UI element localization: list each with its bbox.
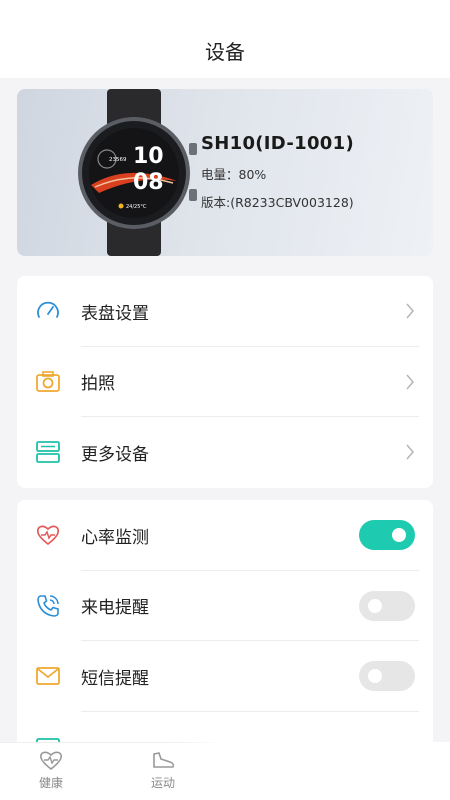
device-menu-card: 表盘设置 拍照 更多设备 [17, 276, 433, 488]
notification-settings-card: 心率监测 来电提醒 短信提醒 [17, 500, 433, 760]
menu-item-label: 更多设备 [81, 444, 149, 465]
setting-label: 短信提醒 [81, 668, 149, 689]
fade-overlay [170, 742, 450, 800]
battery-level: 电量：80% [201, 167, 267, 182]
heart-rate-icon [36, 525, 60, 546]
device-info: SH10(ID-1001) 电量：80% 版本:(R8233CBV003128) [201, 133, 354, 211]
watch-weather-text: 24/25°C [126, 204, 147, 210]
chevron-right-icon [406, 444, 414, 460]
watch-minute-text: 08 [133, 170, 164, 195]
setting-call-reminder: 来电提醒 [17, 571, 433, 641]
setting-sms-reminder: 短信提醒 [17, 641, 433, 712]
firmware-version: 版本:(R8233CBV003128) [201, 195, 354, 210]
toggle-knob [368, 669, 382, 684]
menu-item-dial-settings[interactable]: 表盘设置 [17, 276, 433, 347]
setting-heart-rate: 心率监测 [17, 500, 433, 571]
smartwatch-image: 23569 10 08 24/25°C [78, 89, 197, 256]
heart-pulse-icon [39, 751, 63, 771]
toggle-knob [368, 598, 382, 613]
tab-health[interactable]: 健康 [21, 749, 81, 791]
menu-item-label: 拍照 [81, 374, 115, 395]
devices-icon [36, 441, 60, 464]
chevron-right-icon [406, 374, 414, 390]
page-title: 设备 [205, 39, 245, 64]
watch-hour-text: 10 [133, 144, 164, 169]
heart-rate-toggle[interactable] [359, 520, 415, 551]
menu-item-label: 表盘设置 [81, 303, 149, 324]
phone-call-icon [37, 594, 59, 617]
dial-gauge-icon [37, 301, 59, 319]
tab-label: 健康 [38, 776, 63, 790]
mail-icon [36, 667, 60, 686]
top-bar: 设备 [0, 0, 450, 78]
menu-item-more-devices[interactable]: 更多设备 [17, 417, 433, 488]
menu-item-camera[interactable]: 拍照 [17, 347, 433, 417]
device-name: SH10(ID-1001) [201, 133, 354, 154]
setting-label: 来电提醒 [81, 598, 149, 619]
watch-steps-text: 23569 [109, 157, 127, 163]
call-reminder-toggle[interactable] [359, 590, 415, 621]
device-card[interactable]: 23569 10 08 24/25°C SH10(ID-1001) 电量：80%… [17, 89, 433, 256]
setting-label: 心率监测 [81, 527, 149, 548]
toggle-knob [392, 528, 406, 543]
camera-icon [36, 370, 60, 392]
sms-reminder-toggle[interactable] [359, 661, 415, 692]
chevron-right-icon [406, 303, 414, 319]
